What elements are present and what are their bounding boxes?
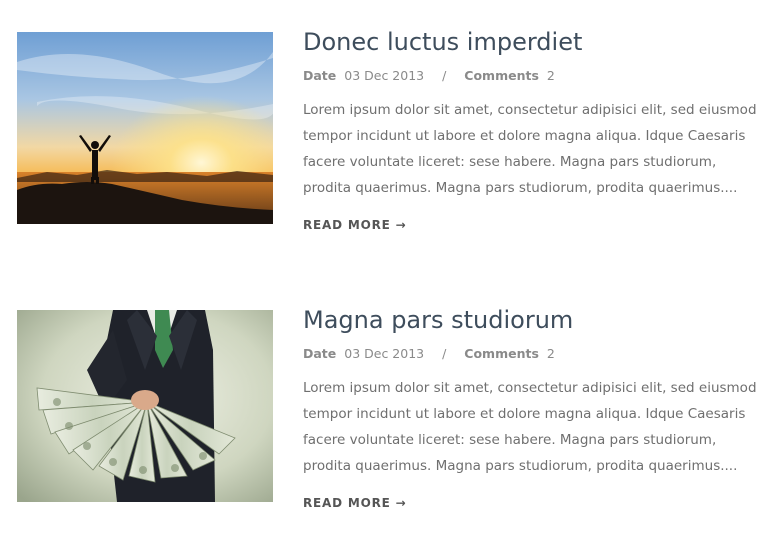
post-meta: Date 03 Dec 2013 / Comments 2	[303, 345, 753, 363]
date-label: Date	[303, 68, 337, 83]
excerpt-line: Lorem ipsum dolor sit amet, consectetur …	[303, 102, 757, 118]
post-thumbnail[interactable]	[17, 32, 273, 224]
excerpt-line: prodita quaerimus. Magna pars studiorum,…	[303, 180, 738, 196]
comments-count[interactable]: 2	[547, 68, 555, 83]
post-content: Donec luctus imperdiet Date 03 Dec 2013 …	[303, 26, 757, 233]
read-more-link[interactable]: READ MORE →	[303, 496, 406, 510]
post-meta: Date 03 Dec 2013 / Comments 2	[303, 67, 753, 85]
sunset-silhouette-image	[17, 32, 273, 224]
post-thumbnail[interactable]	[17, 310, 273, 502]
excerpt-line: tempor incidunt ut labore et dolore magn…	[303, 406, 746, 422]
meta-separator: /	[442, 346, 447, 361]
post-excerpt: Lorem ipsum dolor sit amet, consectetur …	[303, 375, 757, 479]
excerpt-line: Lorem ipsum dolor sit amet, consectetur …	[303, 380, 757, 396]
post-title[interactable]: Donec luctus imperdiet	[303, 26, 753, 58]
blog-post: Donec luctus imperdiet Date 03 Dec 2013 …	[0, 0, 761, 260]
comments-label[interactable]: Comments	[464, 346, 539, 361]
comments-count[interactable]: 2	[547, 346, 555, 361]
post-date: 03 Dec 2013	[344, 346, 425, 361]
excerpt-line: tempor incidunt ut labore et dolore magn…	[303, 128, 746, 144]
excerpt-line: prodita quaerimus. Magna pars studiorum,…	[303, 458, 738, 474]
comments-label[interactable]: Comments	[464, 68, 539, 83]
meta-separator: /	[442, 68, 447, 83]
post-excerpt: Lorem ipsum dolor sit amet, consectetur …	[303, 97, 757, 201]
post-date: 03 Dec 2013	[344, 68, 425, 83]
blog-post: Magna pars studiorum Date 03 Dec 2013 / …	[0, 278, 761, 538]
date-label: Date	[303, 346, 337, 361]
excerpt-line: facere voluntate liceret: sese habere. M…	[303, 432, 717, 448]
excerpt-line: facere voluntate liceret: sese habere. M…	[303, 154, 717, 170]
post-title[interactable]: Magna pars studiorum	[303, 304, 753, 336]
post-content: Magna pars studiorum Date 03 Dec 2013 / …	[303, 304, 757, 511]
read-more-link[interactable]: READ MORE →	[303, 218, 406, 232]
businessman-money-fan-image	[17, 310, 273, 502]
